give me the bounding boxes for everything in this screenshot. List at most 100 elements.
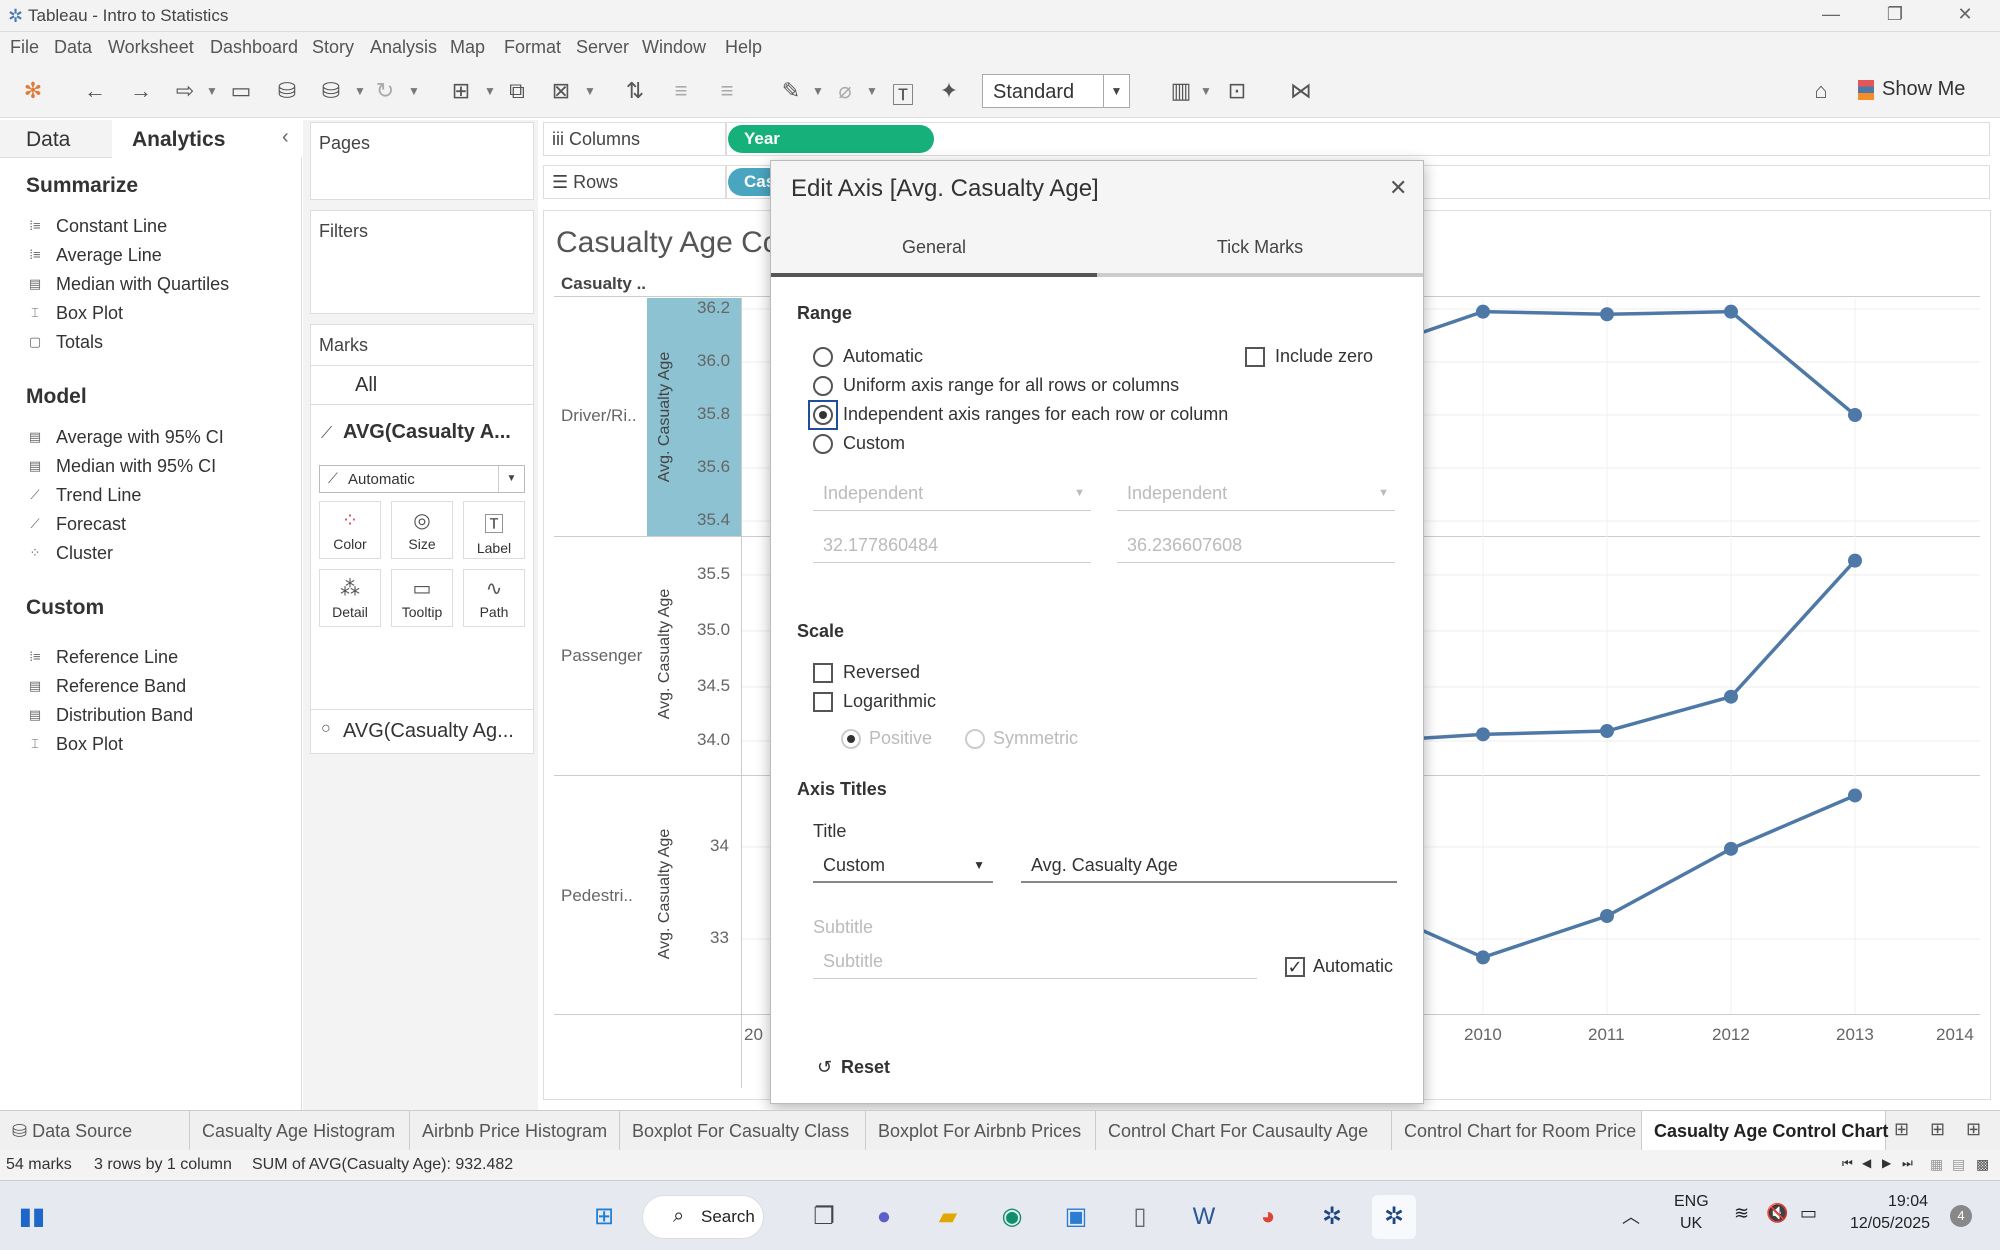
data-point[interactable] <box>1724 304 1738 319</box>
data-point[interactable] <box>1600 909 1614 923</box>
logarithmic-checkbox[interactable] <box>813 692 833 712</box>
range-option-independent: Independent axis ranges for each row or … <box>843 404 1229 424</box>
tableau-active-icon[interactable]: ✲ <box>1372 1195 1416 1239</box>
title-input[interactable]: Avg. Casualty Age <box>1021 849 1397 883</box>
positive-label: Positive <box>869 728 933 748</box>
data-point[interactable] <box>1848 788 1862 803</box>
chevron-down-icon: ▼ <box>1378 487 1389 499</box>
radio-symmetric[interactable] <box>965 729 985 749</box>
data-point[interactable] <box>1476 950 1490 965</box>
wifi-icon[interactable]: ≋ <box>1734 1203 1749 1224</box>
radio-uniform[interactable] <box>813 376 833 396</box>
search-label: Search <box>701 1207 755 1226</box>
data-point[interactable] <box>1848 553 1862 568</box>
sheet-tabs-bar: ⛁ Data Source Casualty Age Histogram Air… <box>0 1110 2000 1151</box>
radio-automatic[interactable] <box>813 347 833 367</box>
clock-time[interactable]: 19:04 <box>1888 1193 1928 1211</box>
subtitle-input[interactable]: Subtitle <box>813 945 1257 979</box>
mute-icon[interactable]: 🔇 <box>1766 1203 1788 1224</box>
taskbar: ▮▮ ⊞ ⌕ Search ❐ ● ▰ ◉ ▣ ▯ W ◕ ✲ ✲ ︿ ENG … <box>0 1180 2000 1250</box>
status-dims: 3 rows by 1 column <box>94 1156 232 1173</box>
next-page-icon[interactable]: ▶ <box>1882 1156 1891 1170</box>
dialog-title: Edit Axis [Avg. Casualty Age] <box>791 175 1099 202</box>
range-min-input[interactable]: 32.177860484 <box>813 529 1091 563</box>
axis-titles-title: Axis Titles <box>797 779 887 799</box>
range-option-automatic: Automatic <box>843 346 924 366</box>
sheet-tab[interactable]: Boxplot For Airbnb Prices <box>866 1111 1096 1151</box>
language-primary[interactable]: ENG <box>1674 1193 1709 1211</box>
reset-button[interactable]: Reset <box>841 1057 890 1078</box>
widgets-icon[interactable]: ▮▮ <box>10 1195 54 1239</box>
range-option-custom: Custom <box>843 433 906 453</box>
tab-indicator <box>771 273 1097 277</box>
data-source-icon: ⛁ <box>12 1121 28 1141</box>
data-point[interactable] <box>1724 841 1738 856</box>
task-view-icon[interactable]: ❐ <box>802 1195 846 1239</box>
status-sum: SUM of AVG(Casualty Age): 932.482 <box>252 1156 514 1173</box>
store-icon[interactable]: ▣ <box>1054 1195 1098 1239</box>
tab-general[interactable]: General <box>771 237 1097 258</box>
battery-icon[interactable]: ▭ <box>1800 1203 1817 1224</box>
sheet-tab[interactable]: Control Chart For Causaulty Age <box>1096 1111 1392 1151</box>
tab-data-source[interactable]: ⛁ Data Source <box>0 1111 190 1151</box>
radio-custom[interactable] <box>813 434 833 454</box>
reset-icon: ↺ <box>817 1057 833 1077</box>
subtitle-label: Subtitle <box>813 917 874 937</box>
scale-title: Scale <box>797 621 845 641</box>
range-max-select[interactable]: Independent ▼ <box>1117 477 1395 511</box>
tableau-icon[interactable]: ✲ <box>1310 1195 1354 1239</box>
tray-chevron-icon[interactable]: ︿ <box>1622 1203 1640 1229</box>
data-point[interactable] <box>1600 724 1614 739</box>
search-icon: ⌕ <box>673 1205 685 1227</box>
sheet-tab[interactable]: Airbnb Price Histogram <box>410 1111 620 1151</box>
title-mode-select[interactable]: Custom ▼ <box>813 849 993 883</box>
sheet-tab[interactable]: Casualty Age Histogram <box>190 1111 410 1151</box>
range-min-select-value: Independent <box>823 483 924 503</box>
new-story-icon[interactable]: ⊞ <box>1966 1119 1981 1140</box>
tab-tick-marks[interactable]: Tick Marks <box>1097 237 1423 258</box>
prev-page-icon[interactable]: ◀ <box>1862 1156 1871 1170</box>
data-point[interactable] <box>1476 304 1490 319</box>
new-dashboard-icon[interactable]: ⊞ <box>1930 1119 1945 1140</box>
grid-view-icon[interactable]: ▦ <box>1930 1156 1943 1173</box>
data-point[interactable] <box>1600 307 1614 322</box>
data-point[interactable] <box>1848 408 1862 422</box>
reversed-checkbox[interactable] <box>813 663 833 683</box>
range-option-uniform: Uniform axis range for all rows or colum… <box>843 375 1180 395</box>
close-icon[interactable]: ✕ <box>1389 175 1407 201</box>
subtitle-automatic-checkbox[interactable]: ✓ <box>1285 957 1305 977</box>
clock-date[interactable]: 12/05/2025 <box>1850 1215 1930 1233</box>
edge-icon[interactable]: ◉ <box>990 1195 1034 1239</box>
chrome-icon[interactable]: ◕ <box>1246 1195 1290 1239</box>
sheet-tab[interactable]: Control Chart for Room Price <box>1392 1111 1642 1151</box>
include-zero-label: Include zero <box>1275 346 1374 366</box>
chevron-down-icon: ▼ <box>973 858 985 872</box>
range-title: Range <box>797 303 853 323</box>
notification-badge[interactable]: 4 <box>1950 1205 1972 1227</box>
range-max-select-value: Independent <box>1127 483 1228 503</box>
range-max-input[interactable]: 36.236607608 <box>1117 529 1395 563</box>
radio-independent[interactable] <box>813 405 833 425</box>
language-secondary[interactable]: UK <box>1680 1215 1702 1233</box>
data-point[interactable] <box>1476 727 1490 742</box>
file-explorer-icon[interactable]: ▰ <box>926 1195 970 1239</box>
filmstrip-icon[interactable]: ▩ <box>1976 1156 1989 1173</box>
chat-icon[interactable]: ● <box>862 1195 906 1239</box>
start-icon[interactable]: ⊞ <box>582 1195 626 1239</box>
sheet-tab-active[interactable]: Casualty Age Control Chart <box>1642 1111 1888 1151</box>
first-page-icon[interactable]: ⏮ <box>1842 1156 1853 1171</box>
reversed-label: Reversed <box>843 662 921 682</box>
tab-data-source-label: Data Source <box>32 1121 133 1141</box>
sheet-tab[interactable]: Boxplot For Casualty Class <box>620 1111 866 1151</box>
include-zero-checkbox[interactable] <box>1245 347 1265 367</box>
list-view-icon[interactable]: ▤ <box>1952 1156 1965 1173</box>
chevron-down-icon: ▼ <box>1074 487 1085 499</box>
data-point[interactable] <box>1724 689 1738 704</box>
last-page-icon[interactable]: ⏭ <box>1902 1156 1913 1171</box>
radio-positive[interactable] <box>841 729 861 749</box>
word-icon[interactable]: W <box>1182 1195 1226 1239</box>
notepad-icon[interactable]: ▯ <box>1118 1195 1162 1239</box>
search-box[interactable]: ⌕ Search <box>642 1195 764 1239</box>
range-min-select[interactable]: Independent ▼ <box>813 477 1091 511</box>
new-sheet-icon[interactable]: ⊞ <box>1894 1119 1909 1140</box>
